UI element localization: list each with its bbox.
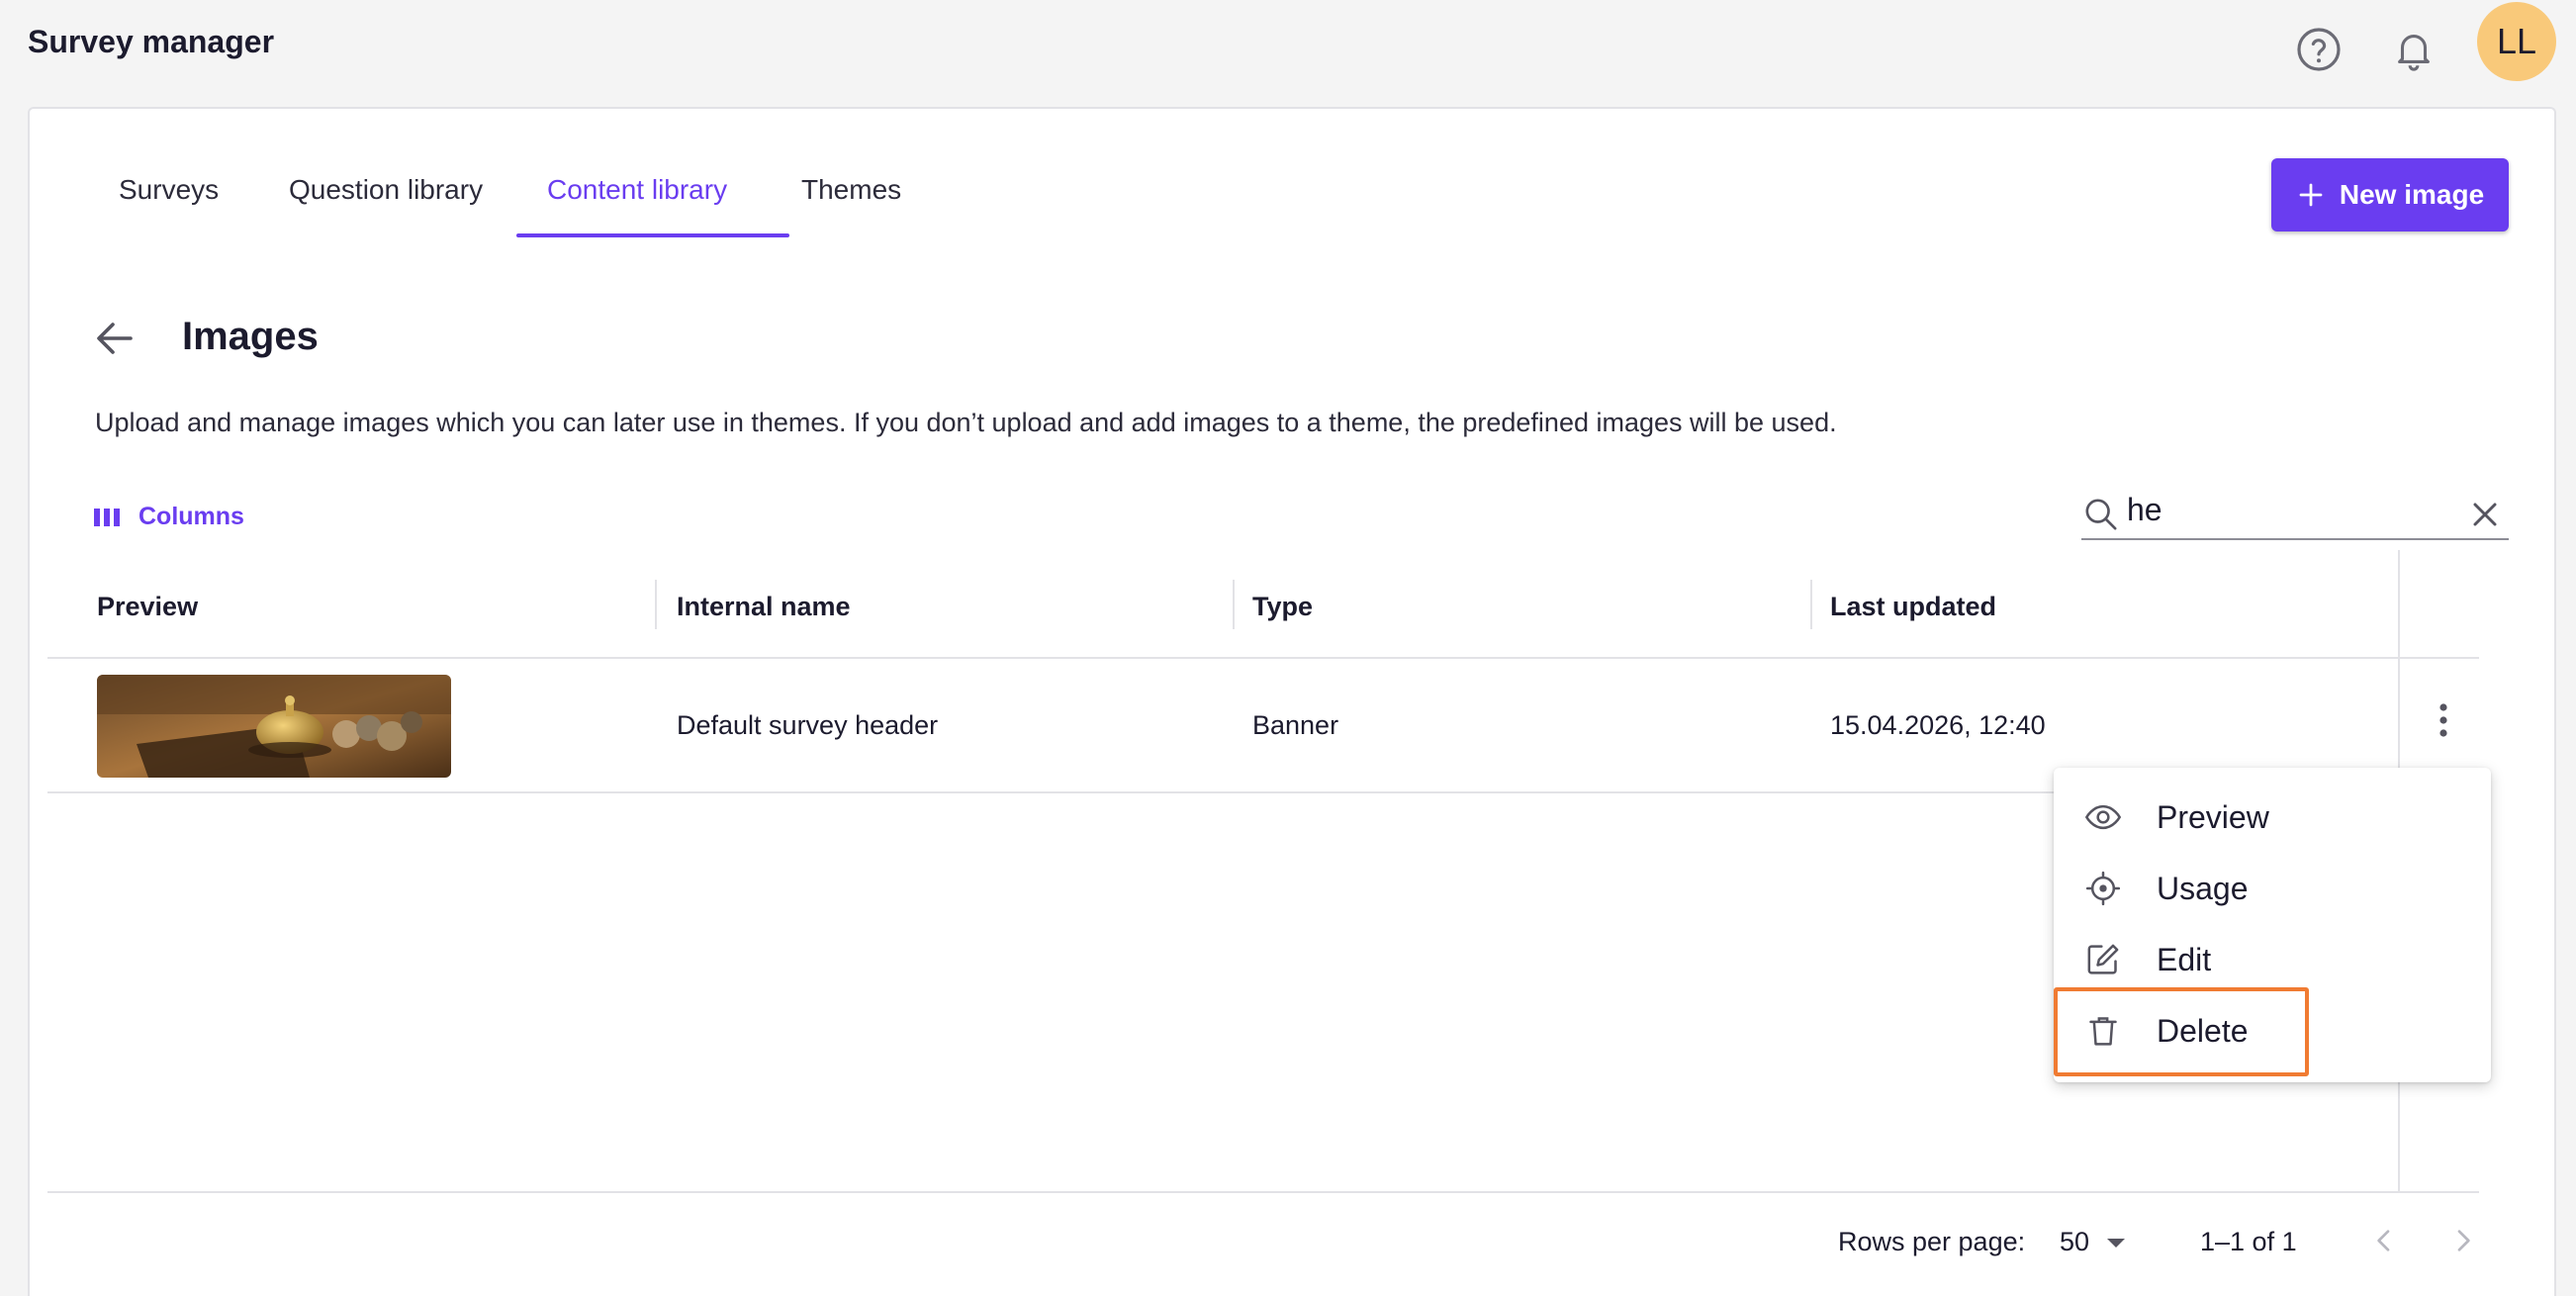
image-thumbnail[interactable] bbox=[97, 675, 451, 778]
next-page-button[interactable] bbox=[2447, 1223, 2479, 1265]
delete-highlight-box bbox=[2054, 987, 2309, 1076]
columns-label: Columns bbox=[138, 503, 244, 530]
column-header-internal-name[interactable]: Internal name bbox=[677, 592, 851, 622]
arrow-left-icon bbox=[97, 323, 133, 354]
chevron-right-icon bbox=[2457, 1230, 2470, 1251]
search-icon bbox=[2081, 495, 2121, 534]
more-vertical-icon bbox=[2439, 703, 2447, 737]
help-icon bbox=[2297, 28, 2341, 71]
notifications-button[interactable] bbox=[2382, 18, 2445, 81]
caret-down-icon bbox=[2107, 1238, 2126, 1248]
row-actions-button[interactable] bbox=[2420, 696, 2467, 744]
page-description: Upload and manage images which you can l… bbox=[95, 408, 1837, 437]
cell-internal-name: Default survey header bbox=[677, 710, 939, 740]
table-header: Preview Internal name Type Last updated bbox=[47, 554, 2479, 659]
avatar[interactable]: LL bbox=[2477, 2, 2556, 81]
columns-icon bbox=[94, 508, 120, 526]
previous-page-button[interactable] bbox=[2368, 1223, 2400, 1265]
app-title: Survey manager bbox=[28, 24, 275, 59]
column-divider bbox=[1233, 580, 1235, 629]
new-image-button[interactable]: New image bbox=[2271, 158, 2509, 231]
rows-per-page-select[interactable]: 50 bbox=[2060, 1227, 2127, 1257]
edit-icon bbox=[2087, 944, 2119, 974]
rows-per-page-value: 50 bbox=[2060, 1227, 2090, 1256]
column-header-preview[interactable]: Preview bbox=[97, 592, 198, 622]
new-image-label: New image bbox=[2339, 179, 2485, 210]
clear-search-button[interactable] bbox=[2465, 495, 2505, 534]
back-button[interactable] bbox=[91, 315, 138, 362]
menu-item-edit[interactable]: Edit bbox=[2054, 924, 2491, 995]
plus-icon bbox=[2299, 183, 2323, 207]
tab-question-library[interactable]: Question library bbox=[289, 174, 483, 206]
search-field bbox=[2081, 485, 2509, 540]
rows-per-page-label: Rows per page: bbox=[1838, 1227, 2026, 1256]
tab-surveys[interactable]: Surveys bbox=[119, 174, 219, 206]
menu-item-label: Preview bbox=[2157, 799, 2269, 835]
table-footer-divider bbox=[47, 1191, 2479, 1193]
column-header-type[interactable]: Type bbox=[1252, 592, 1313, 622]
columns-button[interactable]: Columns bbox=[93, 503, 244, 531]
menu-item-usage[interactable]: Usage bbox=[2054, 853, 2491, 924]
pagination-range: 1–1 of 1 bbox=[2200, 1227, 2297, 1256]
column-header-last-updated[interactable]: Last updated bbox=[1830, 592, 1996, 622]
cell-type: Banner bbox=[1252, 710, 1339, 740]
tab-themes[interactable]: Themes bbox=[801, 174, 901, 206]
menu-item-preview[interactable]: Preview bbox=[2054, 782, 2491, 853]
close-icon bbox=[2473, 503, 2497, 526]
page-title: Images bbox=[182, 315, 319, 358]
column-divider bbox=[655, 580, 657, 629]
eye-icon bbox=[2084, 804, 2122, 830]
menu-item-label: Usage bbox=[2157, 871, 2249, 906]
help-button[interactable] bbox=[2287, 18, 2350, 81]
search-input[interactable] bbox=[2127, 487, 2443, 532]
chevron-left-icon bbox=[2377, 1230, 2390, 1251]
column-divider bbox=[1810, 580, 1812, 629]
menu-item-label: Edit bbox=[2157, 942, 2212, 977]
bell-icon bbox=[2398, 35, 2430, 71]
cell-last-updated: 15.04.2026, 12:40 bbox=[1830, 710, 2046, 740]
target-icon bbox=[2085, 871, 2121, 906]
top-bar: Survey manager LL bbox=[0, 0, 2576, 99]
tab-content-library[interactable]: Content library bbox=[547, 174, 727, 206]
active-tab-indicator bbox=[516, 233, 789, 237]
